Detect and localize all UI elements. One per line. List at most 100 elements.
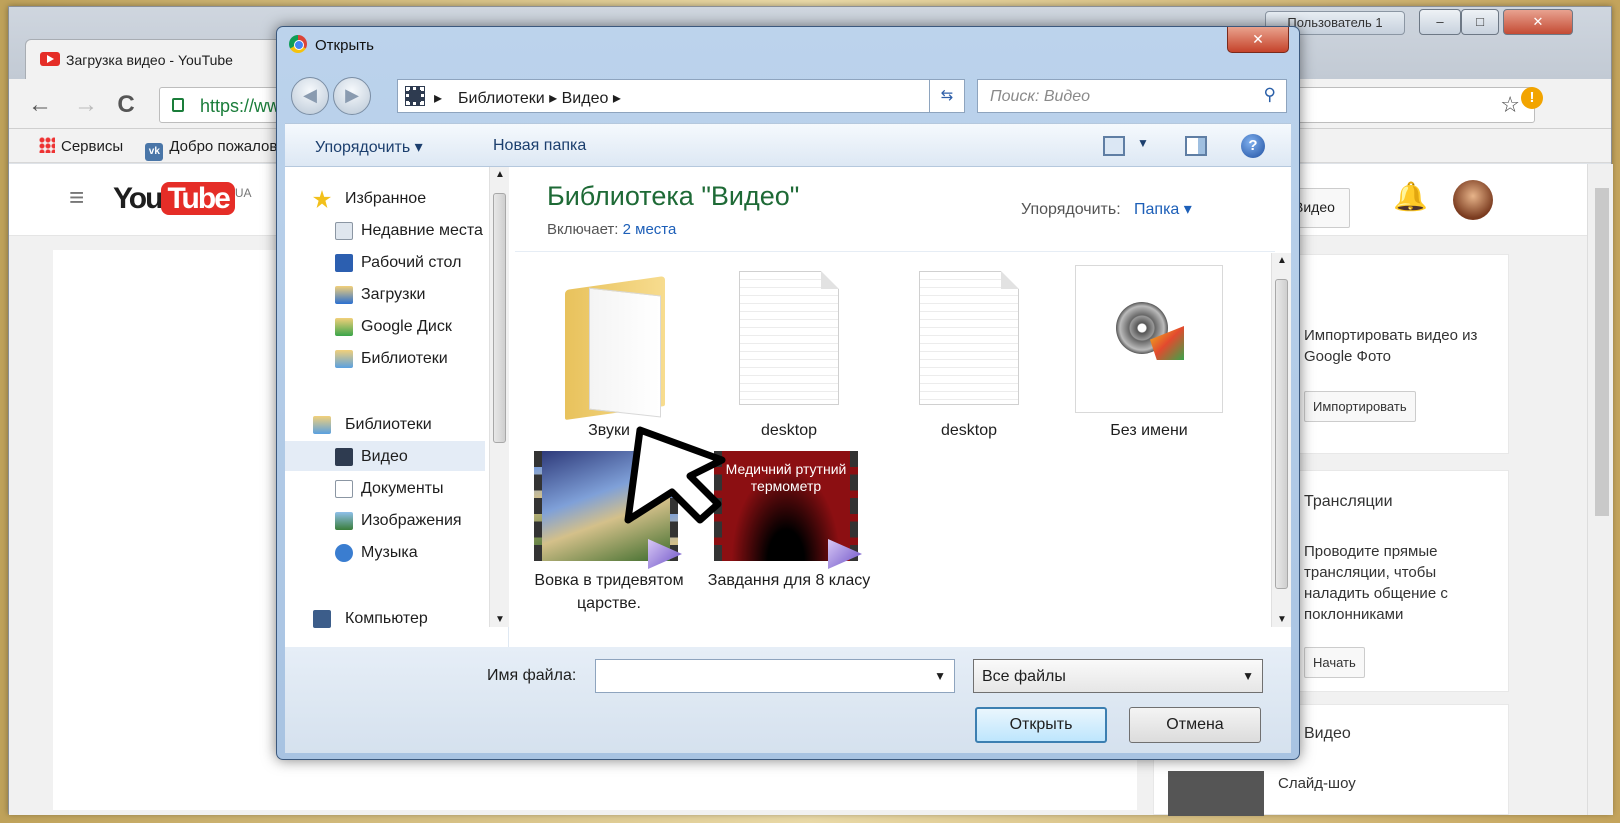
forward-arrow-icon[interactable]: → (71, 91, 101, 119)
view-dropdown-icon[interactable]: ▼ (1137, 136, 1149, 150)
live-text: Проводите прямые трансляции, чтобы налад… (1304, 543, 1448, 623)
document-icon (739, 271, 839, 405)
recent-places-icon (335, 222, 353, 240)
dialog-toolbar: Упорядочить ▾ Новая папка ▼ ? (285, 123, 1291, 167)
refresh-icon[interactable]: ⇆ (929, 79, 965, 113)
breadcrumb[interactable]: ▸ Библиотеки ▸ Видео ▸ ▼ (397, 79, 959, 113)
open-button[interactable]: Открыть (975, 707, 1107, 743)
chrome-icon (289, 35, 307, 53)
document-icon (919, 271, 1019, 405)
forward-button[interactable]: ▶ (333, 77, 371, 115)
back-button[interactable]: ◀ (291, 77, 329, 115)
file-item[interactable]: Звуки (525, 265, 693, 442)
new-folder-button[interactable]: Новая папка (493, 137, 586, 155)
nav-google-drive[interactable]: Google Диск (285, 311, 485, 341)
dialog-title: Открыть (289, 35, 374, 54)
warning-icon[interactable]: ! (1521, 87, 1543, 109)
documents-icon (335, 480, 353, 498)
file-item[interactable]: Медичний ртутний термометр Завдання для … (705, 449, 873, 592)
file-item[interactable]: Без имени (1065, 265, 1233, 442)
filename-field[interactable]: ▼ (595, 659, 955, 693)
file-item[interactable]: desktop (885, 265, 1053, 442)
page-scrollbar[interactable] (1587, 164, 1613, 815)
nav-pictures[interactable]: Изображения (285, 505, 485, 535)
libraries-icon (313, 416, 331, 434)
play-icon (648, 539, 682, 569)
dialog-close-button[interactable]: ✕ (1227, 27, 1289, 53)
pictures-icon (335, 512, 353, 530)
downloads-icon (335, 286, 353, 304)
slideshow-label[interactable]: Слайд-шоу (1278, 773, 1356, 794)
video-thumbnail: Медичний ртутний термометр (714, 451, 862, 569)
bookmark-star-icon[interactable]: ☆ (1500, 92, 1520, 118)
browser-tab[interactable]: Загрузка видео - YouTube (25, 39, 295, 79)
library-locations-link[interactable]: 2 места (623, 221, 677, 238)
filetype-select[interactable]: Все файлы ▼ (973, 659, 1263, 693)
import-text: Импортировать видео из Google Фото (1304, 327, 1478, 365)
library-heading: Библиотека "Видео" (547, 181, 800, 211)
breadcrumb-video[interactable]: Видео (562, 90, 609, 107)
bell-icon[interactable]: 🔔 (1393, 180, 1428, 213)
navigation-pane: Избранное Недавние места Рабочий стол За… (285, 167, 509, 647)
create-title: Видео (1304, 725, 1351, 742)
nav-music[interactable]: Музыка (285, 537, 485, 567)
computer-icon (313, 610, 331, 628)
minimize-button[interactable]: – (1419, 9, 1461, 35)
maximize-button[interactable]: □ (1461, 9, 1499, 35)
nav-libraries[interactable]: Библиотеки (285, 409, 485, 439)
nav-favorites[interactable]: Избранное (285, 183, 485, 213)
vk-icon: vk (145, 143, 164, 161)
nav-scrollbar[interactable]: ▲ ▼ (489, 167, 509, 627)
files-scrollbar[interactable]: ▲ ▼ (1271, 253, 1291, 627)
nav-video[interactable]: Видео (285, 441, 485, 471)
chevron-down-icon[interactable]: ▼ (934, 669, 946, 683)
reload-icon[interactable]: C (111, 91, 141, 119)
arrange-by-dropdown[interactable]: Папка ▾ (1134, 201, 1192, 218)
nav-desktop[interactable]: Рабочий стол (285, 247, 485, 277)
breadcrumb-libraries[interactable]: Библиотеки (458, 90, 545, 107)
avatar[interactable] (1453, 180, 1493, 220)
desktop-icon (335, 254, 353, 272)
chevron-down-icon[interactable]: ▼ (1242, 669, 1254, 683)
preview-pane-icon[interactable] (1185, 136, 1207, 156)
tab-title: Загрузка видео - YouTube (66, 52, 233, 68)
youtube-logo[interactable]: You Tube UA (113, 182, 252, 216)
view-options-icon[interactable] (1103, 136, 1125, 156)
youtube-favicon-icon (40, 52, 60, 66)
bookmark-apps[interactable]: Сервисы (39, 137, 123, 155)
window-close-button[interactable]: ✕ (1503, 9, 1573, 35)
nav-recent[interactable]: Недавние места (285, 215, 485, 245)
libraries-icon (335, 350, 353, 368)
menu-icon[interactable]: ≡ (69, 182, 84, 213)
video-icon (335, 448, 353, 466)
library-includes: Включает: 2 места (547, 221, 677, 238)
music-icon (335, 544, 353, 562)
nav-computer[interactable]: Компьютер (285, 603, 485, 633)
dialog-body: Избранное Недавние места Рабочий стол За… (285, 167, 1291, 647)
files-scroll-thumb[interactable] (1275, 279, 1288, 589)
search-icon: ⚲ (1263, 85, 1276, 104)
nav-downloads[interactable]: Загрузки (285, 279, 485, 309)
dialog-footer: Имя файла: ▼ Все файлы ▼ Открыть Отмена (285, 647, 1291, 753)
live-start-button[interactable]: Начать (1304, 647, 1365, 678)
file-item[interactable]: desktop (705, 265, 873, 442)
divider (515, 251, 1275, 252)
nav-documents[interactable]: Документы (285, 473, 485, 503)
arrange-by: Упорядочить: Папка ▾ (1021, 201, 1192, 218)
cancel-button[interactable]: Отмена (1129, 707, 1261, 743)
google-drive-icon (335, 318, 353, 336)
media-file-icon (1075, 265, 1223, 413)
nav-scroll-thumb[interactable] (493, 193, 506, 443)
back-arrow-icon[interactable]: ← (25, 91, 55, 119)
open-file-dialog: Открыть ✕ ◀ ▶ ▸ Библиотеки ▸ Видео ▸ ▼ ⇆… (276, 26, 1300, 760)
help-icon[interactable]: ? (1241, 134, 1265, 158)
star-icon (313, 190, 331, 208)
organize-menu[interactable]: Упорядочить ▾ (315, 137, 423, 157)
nav-libraries-fav[interactable]: Библиотеки (285, 343, 485, 373)
import-button[interactable]: Импортировать (1304, 391, 1416, 422)
page-scroll-thumb[interactable] (1595, 188, 1609, 516)
slideshow-thumbnail (1168, 771, 1264, 816)
apps-grid-icon (39, 137, 55, 153)
video-library-icon (405, 86, 425, 106)
search-input[interactable]: Поиск: Видео ⚲ (977, 79, 1287, 113)
